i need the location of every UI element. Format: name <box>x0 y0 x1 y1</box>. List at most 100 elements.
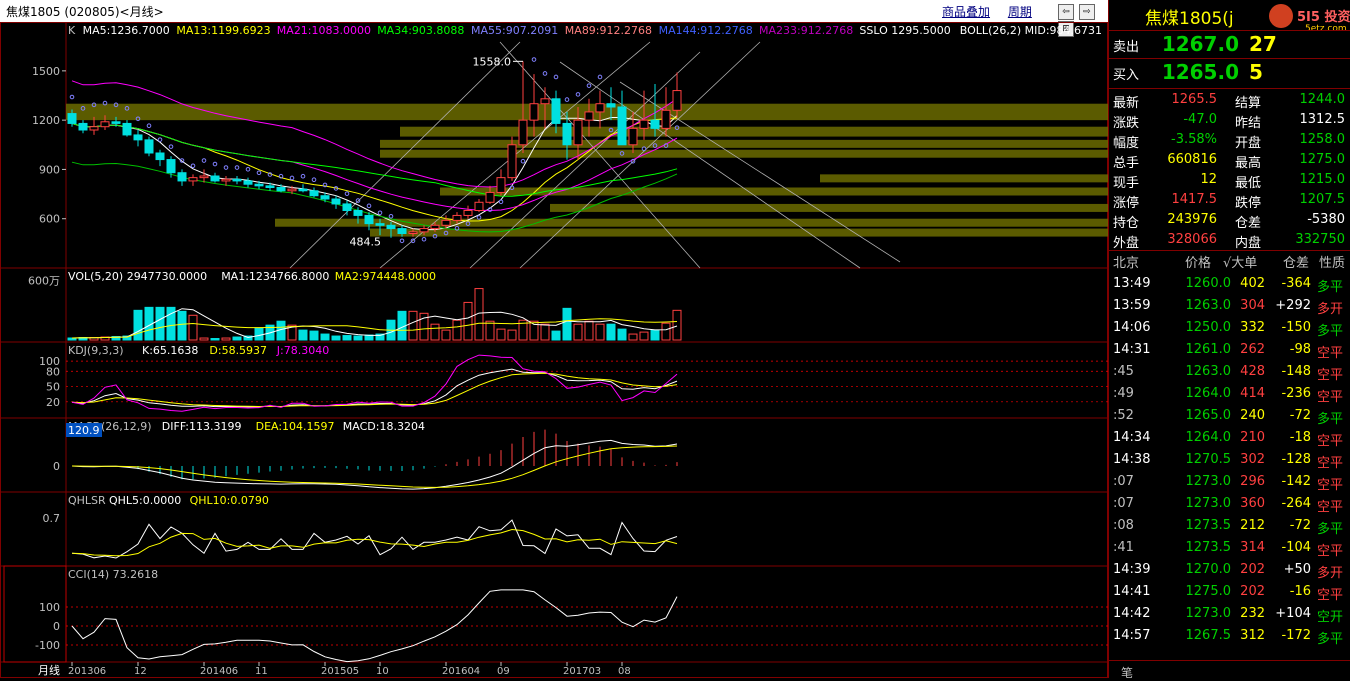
sar-dot <box>498 199 504 205</box>
trade-price: 1273.5 <box>1185 518 1232 533</box>
trade-nature: 多平 <box>1317 412 1344 427</box>
trade-volume: 202 <box>1240 584 1265 599</box>
macd-dea-line <box>71 445 678 488</box>
chart-area[interactable]: 150012009006001558.0484.5K MA5:1236.7000 M… <box>0 22 1108 678</box>
high-annotation: 1558.0 <box>473 55 512 68</box>
trade-row[interactable]: :07 1273.0 360 -264 空平 <box>1109 494 1350 515</box>
trade-nature: 空平 <box>1317 500 1344 515</box>
trade-time: 14:39 <box>1113 562 1151 577</box>
trade-row[interactable]: 13:59 1263.0 304 +292 多开 <box>1109 296 1350 317</box>
volume-bar <box>584 320 594 341</box>
volume-bar <box>463 301 473 341</box>
trade-row[interactable]: 14:31 1261.0 262 -98 空平 <box>1109 340 1350 361</box>
stat-label: 最新 <box>1113 96 1140 111</box>
stat-value: 660816 <box>1167 152 1217 167</box>
trade-row[interactable]: :07 1273.0 296 -142 空平 <box>1109 472 1350 493</box>
candle-body <box>320 195 330 200</box>
trade-nature: 空开 <box>1317 610 1344 625</box>
stat-row: 幅度 -3.58% 开盘 1258.0 <box>1109 130 1350 151</box>
sar-dot <box>300 173 306 179</box>
stat-row: 外盘 328066 内盘 332750 <box>1109 230 1350 251</box>
contract-name: 焦煤1805(j <box>1145 9 1234 29</box>
trade-time: 13:49 <box>1113 276 1151 291</box>
stat-row: 涨跌 -47.0 昨结 1312.5 <box>1109 110 1350 131</box>
sar-dot <box>201 158 207 163</box>
trade-price: 1273.5 <box>1185 540 1232 555</box>
candle-body <box>639 119 649 129</box>
trade-row[interactable]: 14:39 1270.0 202 +50 多开 <box>1109 560 1350 581</box>
volume-bar <box>309 330 319 341</box>
prev-icon[interactable]: ⇦ <box>1058 4 1074 20</box>
trade-row[interactable]: :49 1264.0 414 -236 空平 <box>1109 384 1350 405</box>
window-title: 焦煤1805 (020805)<月线> <box>6 5 164 19</box>
stat-value: 243976 <box>1167 212 1217 227</box>
qhlsr-legend-item: QHL5:0.0000 <box>109 494 181 507</box>
trade-row[interactable]: :41 1273.5 314 -104 空平 <box>1109 538 1350 559</box>
trade-row[interactable]: :45 1263.0 428 -148 空平 <box>1109 362 1350 383</box>
trade-volume: 304 <box>1240 298 1265 313</box>
volume-bar <box>551 330 561 341</box>
trade-position-diff: +104 <box>1275 606 1311 621</box>
trade-position-diff: -104 <box>1281 540 1311 555</box>
trade-price: 1270.5 <box>1185 452 1232 467</box>
volume-bar <box>254 327 264 341</box>
cci-legend-item: CCI(14) 73.2618 <box>68 568 158 581</box>
resistance-zone <box>820 174 1108 183</box>
buy-volume: 5 <box>1249 60 1263 84</box>
candle-body <box>254 183 264 187</box>
candle-body <box>606 103 616 108</box>
main-legend-item: BOLL(26,2) MID:984.6731 <box>960 24 1102 37</box>
volume-bar <box>342 335 352 341</box>
volume-bar <box>353 335 363 341</box>
x-tick-label: 09 <box>497 666 510 677</box>
resistance-zone <box>275 218 1108 227</box>
sar-dot <box>388 213 394 219</box>
trade-row[interactable]: 14:57 1267.5 312 -172 多平 <box>1109 626 1350 647</box>
candle-body <box>364 214 374 225</box>
volume-bar <box>672 309 682 341</box>
next-icon[interactable]: ⇨ <box>1078 4 1095 20</box>
y-tick-label: 0 <box>53 620 60 633</box>
y-tick-label: 900 <box>39 163 60 176</box>
overlay-link[interactable]: 商品叠加 <box>942 5 990 19</box>
period-link[interactable]: 周期 <box>1008 5 1032 19</box>
candle-body <box>331 198 341 205</box>
trade-row[interactable]: 13:49 1260.0 402 -364 多平 <box>1109 274 1350 295</box>
y-tick-label: 80 <box>46 365 60 378</box>
sar-dot <box>520 158 526 164</box>
trade-row[interactable]: 14:42 1273.0 232 +104 空开 <box>1109 604 1350 625</box>
trade-nature: 空平 <box>1317 390 1344 405</box>
trade-volume: 332 <box>1240 320 1265 335</box>
volume-bar <box>232 336 242 341</box>
trade-time: :45 <box>1113 364 1134 379</box>
trade-nature: 空平 <box>1317 544 1344 559</box>
y-tick-label: 50 <box>46 381 60 394</box>
stat-label: 涨停 <box>1113 196 1140 211</box>
trade-position-diff: -172 <box>1281 628 1311 643</box>
sar-dot <box>234 165 240 170</box>
sar-dot <box>377 210 383 216</box>
y-tick-label: 0 <box>53 460 60 473</box>
sell-volume: 27 <box>1249 32 1277 56</box>
trade-position-diff: -98 <box>1289 342 1311 357</box>
trade-row[interactable]: 14:34 1264.0 210 -18 空平 <box>1109 428 1350 449</box>
trade-position-diff: -264 <box>1281 496 1311 511</box>
divider <box>1109 250 1350 251</box>
sar-dot <box>190 163 196 169</box>
trade-row[interactable]: :52 1265.0 240 -72 多平 <box>1109 406 1350 427</box>
volume-bar <box>430 323 440 341</box>
candle-body <box>133 134 143 141</box>
candle-body <box>78 122 88 131</box>
trade-row[interactable]: 14:06 1250.0 332 -150 多平 <box>1109 318 1350 339</box>
stat-label: 总手 <box>1113 156 1140 171</box>
trade-row[interactable]: 14:41 1275.0 202 -16 空平 <box>1109 582 1350 603</box>
candle-body <box>507 144 517 179</box>
stat-label: 最高 <box>1235 156 1262 171</box>
trade-row[interactable]: 14:38 1270.5 302 -128 空平 <box>1109 450 1350 471</box>
trade-position-diff: -364 <box>1281 276 1311 291</box>
trade-position-diff: -16 <box>1289 584 1311 599</box>
stat-row: 持仓 243976 仓差 -5380 <box>1109 210 1350 231</box>
trade-row[interactable]: :08 1273.5 212 -72 多平 <box>1109 516 1350 537</box>
trade-volume: 302 <box>1240 452 1265 467</box>
resistance-zone <box>550 203 1108 212</box>
